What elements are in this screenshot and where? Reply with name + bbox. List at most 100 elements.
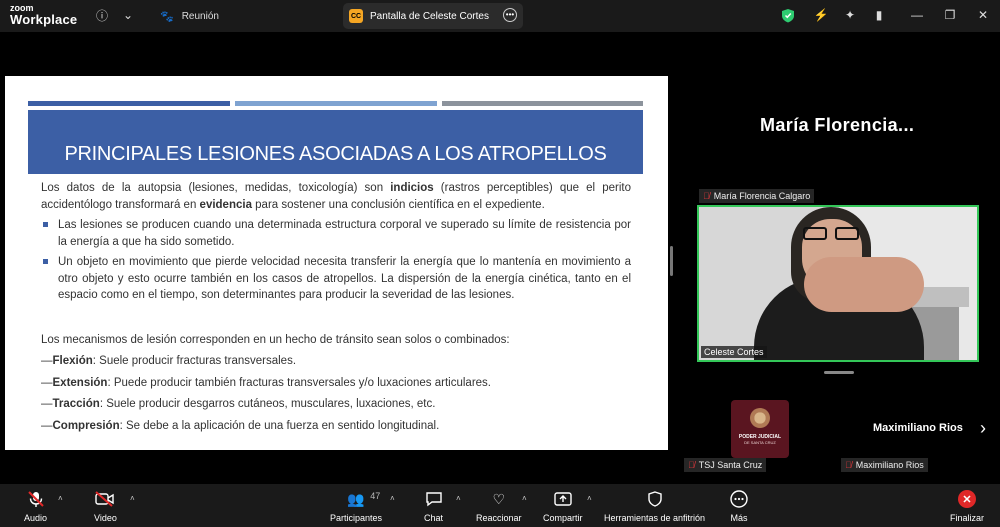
shield-icon <box>647 489 662 509</box>
react-button[interactable]: ♡ Reaccionar <box>476 489 522 524</box>
react-options-caret-icon[interactable]: ˄ <box>522 494 527 503</box>
close-icon[interactable]: ✕ <box>974 6 992 24</box>
tab-screen-share[interactable]: CC Pantalla de Celeste Cortes ••• <box>343 3 523 29</box>
slide-title: PRINCIPALES LESIONES ASOCIADAS A LOS ATR… <box>64 143 607 165</box>
share-label: Compartir <box>543 513 583 523</box>
host-tools-button[interactable]: Herramientas de anfitrión <box>604 489 705 523</box>
slide-body: Los datos de la autopsia (lesiones, medi… <box>41 180 631 434</box>
participants-icon: 👥 47 <box>347 490 381 507</box>
mechanism-item: —Tracción: Suele producir desgarros cutá… <box>41 396 631 413</box>
zoom-logo: zoom Workplace <box>10 4 78 27</box>
mechanism-item: —Extensión: Puede producir también fract… <box>41 375 631 392</box>
more-options-icon[interactable]: ••• <box>503 8 517 22</box>
minimize-icon[interactable]: — <box>908 6 926 24</box>
share-screen-icon <box>554 489 572 509</box>
bullet-item: Las lesiones se producen cuando una dete… <box>41 217 631 250</box>
security-shield-icon[interactable] <box>779 6 797 24</box>
tsj-tag-label: TSJ Santa Cruz <box>698 460 763 470</box>
mech-dash: — <box>41 355 53 367</box>
audio-label: Audio <box>24 513 48 523</box>
video-label: Video <box>94 513 117 523</box>
mechanisms-intro: Los mecanismos de lesión corresponden en… <box>41 333 510 346</box>
mechanism-item: —Compresión: Se debe a la aplicación de … <box>41 418 631 435</box>
meeting-toolbar: Audio ˄ Video ˄ 👥 47 Participantes ˄ Chat… <box>0 484 1000 527</box>
more-dots-icon <box>730 489 748 509</box>
mech-term: Flexión <box>52 355 93 367</box>
presenter-badge: CC <box>349 9 363 23</box>
tab-share-label: Pantalla de Celeste Cortes <box>370 10 489 22</box>
end-meeting-button[interactable]: ✕ Finalizar <box>950 489 984 523</box>
share-button[interactable]: Compartir <box>543 489 583 523</box>
magic-wand-icon[interactable]: ⚡ <box>812 6 830 24</box>
slide-header: PRINCIPALES LESIONES ASOCIADAS A LOS ATR… <box>28 110 643 174</box>
decor-bar-2 <box>235 101 437 106</box>
mic-muted-icon: 🎙̸ <box>688 460 695 470</box>
end-label: Finalizar <box>950 513 985 523</box>
react-label: Reaccionar <box>476 513 522 523</box>
ai-sparkle-icon[interactable]: ✦ <box>841 6 859 24</box>
tab-meeting[interactable]: 🐾 Reunión <box>155 3 335 29</box>
mech-desc: : Suele producir fracturas transversales… <box>92 355 297 367</box>
intro-paragraph: Los datos de la autopsia (lesiones, medi… <box>41 180 631 213</box>
gallery-scroll-indicator[interactable] <box>824 371 854 374</box>
video-tile-celeste[interactable]: Celeste Cortes <box>697 205 979 362</box>
avatar[interactable]: PODER JUDICIAL DE SANTA CRUZ <box>731 400 789 458</box>
speaker-tag-label: María Florencia Calgaro <box>713 191 811 201</box>
max-tag-label: Maximiliano Rios <box>855 460 924 470</box>
participants-button[interactable]: 👥 47 Participantes <box>330 489 383 524</box>
mech-term: Extensión <box>52 376 108 389</box>
title-bar: zoom Workplace ⓘ ⌄ 🐾 Reunión CC Pantalla… <box>0 0 1000 32</box>
mic-muted-icon: 🎙̸ <box>845 460 852 470</box>
max-name-tag: 🎙̸ Maximiliano Rios <box>841 458 928 472</box>
intro-text-a: Los datos de la autopsia (lesiones, medi… <box>41 182 391 194</box>
chat-label: Chat <box>424 513 444 523</box>
mech-dash: — <box>41 376 53 389</box>
mic-muted-icon: 🎙̸ <box>703 191 710 201</box>
video-options-caret-icon[interactable]: ˄ <box>130 494 135 503</box>
shared-slide: PRINCIPALES LESIONES ASOCIADAS A LOS ATR… <box>5 76 668 450</box>
audio-options-caret-icon[interactable]: ˄ <box>58 494 63 503</box>
mech-dash: — <box>41 419 53 432</box>
mech-term: Tracción <box>52 398 100 410</box>
brand-line2: Workplace <box>10 12 78 27</box>
tsj-name-tag: 🎙̸ TSJ Santa Cruz <box>684 458 767 472</box>
video-button[interactable]: Video <box>94 489 117 523</box>
more-label: Más <box>730 513 748 523</box>
audio-button[interactable]: Audio <box>24 489 47 523</box>
intro-text-e: para sostener una conclusión científica … <box>251 198 545 211</box>
chat-button[interactable]: Chat <box>424 489 443 523</box>
mic-muted-icon <box>27 489 45 509</box>
court-seal-icon <box>750 408 770 428</box>
participants-label: Participantes <box>330 513 383 523</box>
video-person <box>804 257 924 312</box>
active-speaker-name: María Florencia... <box>760 115 915 135</box>
host-tools-label: Herramientas de anfitrión <box>604 513 706 523</box>
restore-icon[interactable]: ❐ <box>941 6 959 24</box>
more-button[interactable]: Más <box>730 489 748 523</box>
chat-icon <box>425 489 443 509</box>
tab-meeting-label: Reunión <box>181 10 219 22</box>
mech-desc: : Se debe a la aplicación de una fuerza … <box>119 419 440 432</box>
paw-icon: 🐾 <box>160 10 174 23</box>
video-tile-label: Celeste Cortes <box>701 346 767 358</box>
participants-options-caret-icon[interactable]: ˄ <box>390 494 395 503</box>
layout-icon[interactable]: ▮ <box>870 6 888 24</box>
share-options-caret-icon[interactable]: ˄ <box>587 494 592 503</box>
panel-resize-handle[interactable] <box>670 246 673 276</box>
slide-decor-bars <box>28 101 643 106</box>
decor-bar-1 <box>28 101 230 106</box>
video-person <box>803 227 861 241</box>
avatar-text-2: DE SANTA CRUZ <box>744 440 776 445</box>
chevron-down-icon[interactable]: ⌄ <box>119 6 137 24</box>
chat-options-caret-icon[interactable]: ˄ <box>456 494 461 503</box>
mech-desc: : Suele producir desgarros cutáneos, mus… <box>99 398 436 410</box>
mech-dash: — <box>41 398 53 410</box>
participant-name: Maximiliano Rios <box>873 422 963 434</box>
chevron-right-icon[interactable]: › <box>980 418 986 439</box>
mech-desc: : Puede producir también fracturas trans… <box>107 376 491 389</box>
info-icon[interactable]: ⓘ <box>93 6 111 24</box>
intro-bold-indicios: indicios <box>390 182 434 194</box>
bullet-item: Un objeto en movimiento que pierde veloc… <box>41 254 631 304</box>
participants-count: 47 <box>370 491 381 501</box>
video-off-icon <box>95 489 115 509</box>
